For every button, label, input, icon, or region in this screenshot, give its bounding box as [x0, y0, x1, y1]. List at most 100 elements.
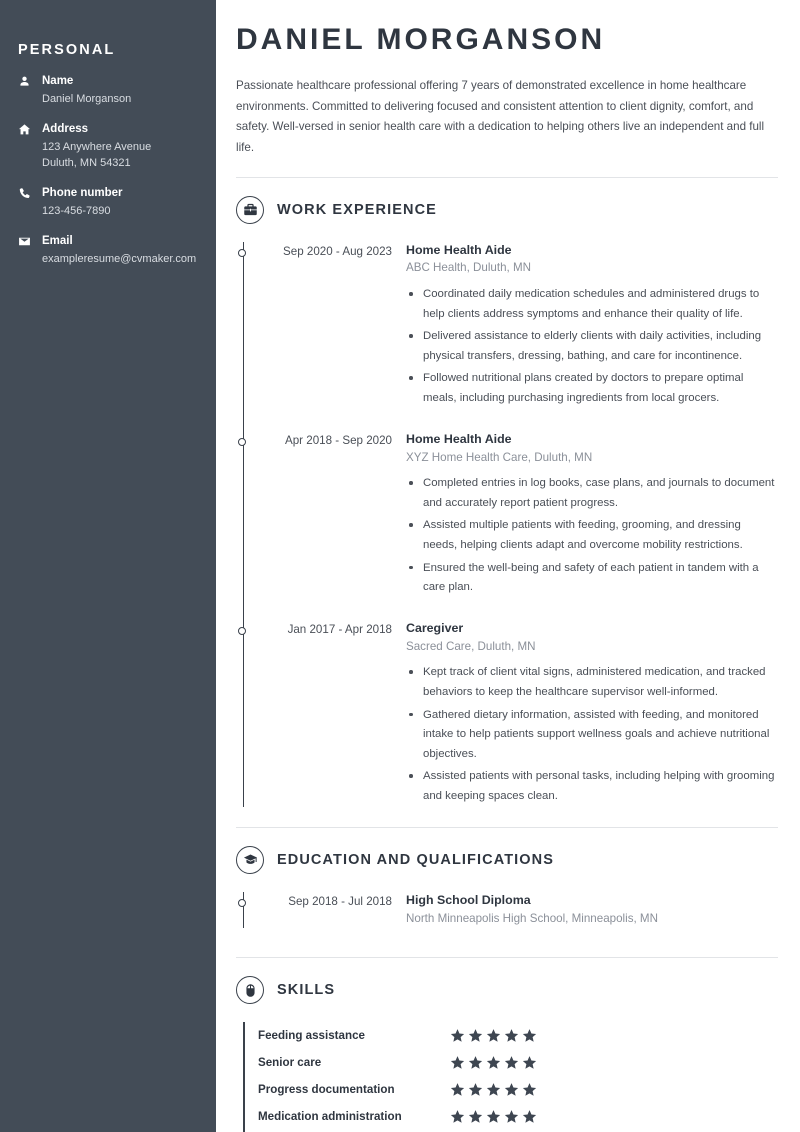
- contact-value: 123 Anywhere Avenue: [42, 140, 152, 153]
- star-filled-icon: [450, 1028, 465, 1043]
- contact-item-name: Name Daniel Morganson: [18, 73, 198, 107]
- skill-rows: Feeding assistance Senior care Progress do…: [258, 1022, 778, 1132]
- entry-role: Caregiver: [406, 620, 464, 635]
- entry-bullet-list: Coordinated daily medication schedules a…: [406, 285, 778, 409]
- home-icon: [18, 121, 42, 136]
- section-education: EDUCATION AND QUALIFICATIONS Sep 2018 - …: [236, 845, 778, 936]
- main-content: DANIEL MORGANSON Passionate healthcare p…: [216, 0, 800, 1132]
- contact-body: Email exampleresume@cvmaker.com: [42, 233, 198, 267]
- sidebar-section-title: PERSONAL: [18, 42, 116, 58]
- entry-bullet-list: Completed entries in log books, case pla…: [406, 474, 778, 598]
- entry-organization: North Minneapolis High School, Minneapol…: [406, 911, 658, 925]
- entry-role: Home Health Aide: [406, 431, 512, 446]
- timeline-entry: Apr 2018 - Sep 2020 Home Health Aide XYZ H…: [238, 431, 778, 598]
- contact-item-phone-number: Phone number 123-456-7890: [18, 185, 198, 219]
- timeline-dot-icon: [238, 248, 246, 257]
- contact-value: Duluth, MN 54321: [42, 156, 131, 169]
- star-filled-icon: [504, 1082, 519, 1097]
- star-filled-icon: [468, 1109, 483, 1124]
- star-filled-icon: [522, 1082, 537, 1097]
- education-section-title: EDUCATION AND QUALIFICATIONS: [277, 851, 555, 868]
- star-filled-icon: [468, 1082, 483, 1097]
- skill-name: Medication administration: [258, 1110, 402, 1124]
- star-filled-icon: [522, 1109, 537, 1124]
- timeline-rail: [243, 241, 245, 807]
- timeline-entry: Sep 2020 - Aug 2023 Home Health Aide ABC H…: [238, 242, 778, 409]
- skill-rating: [450, 1082, 537, 1097]
- contact-value: 123-456-7890: [42, 204, 111, 217]
- mouse-icon: [236, 976, 264, 1005]
- entry-bullet: Followed nutritional plans created by do…: [406, 369, 778, 408]
- skill-row: Feeding assistance: [258, 1022, 778, 1049]
- work-section-title: WORK EXPERIENCE: [277, 201, 437, 218]
- divider: [236, 957, 778, 959]
- skill-row: Senior care: [258, 1049, 778, 1076]
- entry-role: Home Health Aide: [406, 242, 512, 257]
- entry-dates: Sep 2018 - Jul 2018: [288, 894, 392, 908]
- contact-label: Email: [42, 235, 73, 248]
- timeline-entry: Sep 2018 - Jul 2018 High School Diploma No…: [238, 892, 778, 936]
- star-filled-icon: [450, 1055, 465, 1070]
- contact-list: Name Daniel Morganson Address 123 Anywhere …: [18, 73, 198, 267]
- star-filled-icon: [486, 1109, 501, 1124]
- contact-label: Address: [42, 122, 89, 135]
- contact-value: Daniel Morganson: [42, 92, 132, 105]
- skill-rating: [450, 1055, 537, 1070]
- entry-bullet: Assisted multiple patients with feeding,…: [406, 516, 778, 555]
- entry-organization: Sacred Care, Duluth, MN: [406, 639, 536, 653]
- star-filled-icon: [504, 1109, 519, 1124]
- timeline-entry: Jan 2017 - Apr 2018 Caregiver Sacred Care,…: [238, 620, 778, 807]
- graduation-cap-icon: [236, 845, 264, 874]
- phone-icon: [18, 185, 42, 200]
- entry-body: Home Health Aide XYZ Home Health Care, Du…: [406, 431, 778, 598]
- timeline-dot-icon: [238, 437, 246, 446]
- briefcase-icon: [236, 195, 264, 224]
- contact-item-address: Address 123 Anywhere Avenue Duluth, MN 543…: [18, 121, 198, 171]
- section-skills: SKILLS Feeding assistance Senior care Prog…: [236, 976, 778, 1132]
- work-section-header: WORK EXPERIENCE: [236, 195, 778, 224]
- star-filled-icon: [504, 1028, 519, 1043]
- star-filled-icon: [468, 1055, 483, 1070]
- skill-name: Feeding assistance: [258, 1029, 365, 1043]
- skill-rating: [450, 1109, 537, 1124]
- skill-name: Senior care: [258, 1056, 322, 1070]
- contact-item-email: Email exampleresume@cvmaker.com: [18, 233, 198, 267]
- entry-body: Caregiver Sacred Care, Duluth, MN Kept tra…: [406, 620, 778, 807]
- contact-body: Address 123 Anywhere Avenue Duluth, MN 543…: [42, 121, 198, 171]
- entry-bullet: Ensured the well-being and safety of eac…: [406, 559, 778, 598]
- star-filled-icon: [486, 1082, 501, 1097]
- skills-section-header: SKILLS: [236, 976, 778, 1005]
- skill-row: Medication administration: [258, 1103, 778, 1130]
- star-filled-icon: [450, 1082, 465, 1097]
- entry-organization: ABC Health, Duluth, MN: [406, 261, 532, 275]
- entry-bullet: Gathered dietary information, assisted w…: [406, 706, 778, 765]
- education-section-header: EDUCATION AND QUALIFICATIONS: [236, 845, 778, 874]
- skills-list: Feeding assistance Senior care Progress do…: [236, 1022, 778, 1132]
- page-title: DANIEL MORGANSON: [236, 23, 606, 56]
- entry-bullet: Assisted patients with personal tasks, i…: [406, 767, 778, 806]
- star-filled-icon: [486, 1055, 501, 1070]
- entry-bullet: Completed entries in log books, case pla…: [406, 474, 778, 513]
- section-work-experience: WORK EXPERIENCE Sep 2020 - Aug 2023 Home …: [236, 195, 778, 807]
- skill-name: Progress documentation: [258, 1083, 395, 1097]
- divider: [236, 176, 778, 178]
- entry-body: High School Diploma North Minneapolis Hig…: [406, 892, 778, 936]
- entry-bullet-list: Kept track of client vital signs, admini…: [406, 663, 778, 806]
- timeline-dot-icon: [238, 626, 246, 635]
- entry-dates: Jan 2017 - Apr 2018: [287, 622, 392, 636]
- sidebar: PERSONAL Name Daniel Morganson Address 123 …: [0, 0, 216, 1132]
- entry-bullet: Kept track of client vital signs, admini…: [406, 663, 778, 702]
- work-timeline: Sep 2020 - Aug 2023 Home Health Aide ABC H…: [236, 241, 778, 807]
- timeline-rail: [243, 891, 245, 928]
- skills-section-title: SKILLS: [277, 982, 336, 999]
- education-entry-list: Sep 2018 - Jul 2018 High School Diploma No…: [238, 892, 778, 936]
- resume-page: PERSONAL Name Daniel Morganson Address 123 …: [0, 0, 800, 1132]
- star-filled-icon: [450, 1109, 465, 1124]
- divider: [236, 826, 778, 828]
- person-icon: [18, 73, 42, 88]
- entry-organization: XYZ Home Health Care, Duluth, MN: [406, 450, 593, 464]
- star-filled-icon: [486, 1028, 501, 1043]
- contact-label: Phone number: [42, 187, 123, 200]
- star-filled-icon: [522, 1028, 537, 1043]
- entry-body: Home Health Aide ABC Health, Duluth, MN Co…: [406, 242, 778, 409]
